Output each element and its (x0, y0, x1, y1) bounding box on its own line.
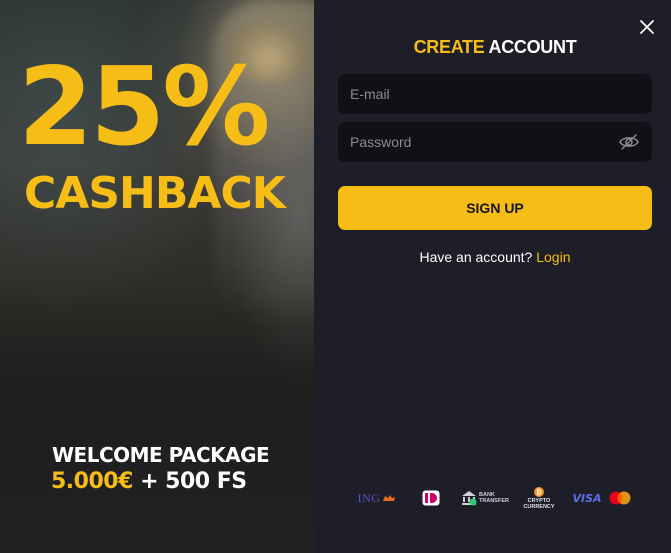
title-rest: ACCOUNT (484, 37, 577, 57)
ing-logo: ING (353, 484, 401, 512)
ing-lion-icon (383, 495, 396, 501)
ideal-icon (422, 490, 440, 506)
mastercard-logo (606, 484, 634, 512)
promo-banner: 25% CASHBACK WELCOME PACKAGE 5.000€ + 50… (0, 0, 314, 553)
have-account-text: Have an account? Login (338, 248, 652, 266)
ideal-logo (420, 484, 442, 512)
visa-logo: VISA (572, 484, 602, 512)
sign-up-button[interactable]: SIGN UP (338, 186, 652, 230)
visa-logo-text: VISA (572, 491, 602, 505)
welcome-package-title: WELCOME PACKAGE (52, 443, 270, 467)
bank-icon (462, 491, 477, 506)
bank-label-2: TRANSFER (479, 498, 509, 504)
modal-title: CREATE ACCOUNT (338, 36, 652, 58)
crypto-label-2: CURRENCY (523, 503, 555, 510)
ing-logo-text: ING (357, 490, 381, 505)
eye-off-icon[interactable] (618, 132, 640, 152)
promo-percent: 25% (18, 45, 271, 170)
welcome-package-offer: 5.000€ + 500 FS (51, 468, 247, 496)
promo-cashback: CASHBACK (24, 168, 286, 219)
svg-text:₿: ₿ (536, 488, 542, 496)
login-link[interactable]: Login (536, 249, 570, 265)
email-field[interactable] (338, 74, 652, 114)
have-account-label: Have an account? (419, 249, 537, 265)
welcome-bonus: + 500 FS (132, 469, 247, 494)
password-field[interactable] (338, 122, 652, 162)
crypto-label-1: CRYPTO (527, 497, 551, 504)
title-accent: CREATE (413, 37, 485, 57)
close-icon[interactable] (637, 17, 657, 37)
bitcoin-icon: ₿ (534, 486, 544, 497)
mastercard-icon (609, 491, 631, 505)
bank-transfer-logo: BANK TRANSFER (460, 484, 510, 512)
welcome-amount: 5.000€ (51, 469, 133, 494)
crypto-currency-logo: ₿ CRYPTO CURRENCY (519, 484, 559, 512)
